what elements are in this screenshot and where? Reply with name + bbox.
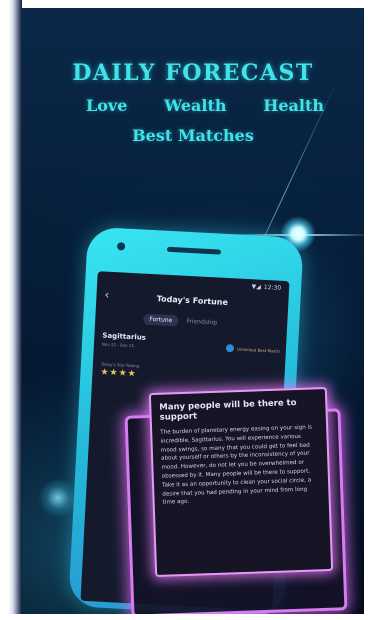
- card-body: The burden of planetary energy easing on…: [160, 424, 313, 507]
- category-health: Health: [263, 96, 324, 115]
- zodiac-sign-name: Sagittarius: [102, 331, 147, 342]
- right-border: [364, 0, 368, 620]
- left-neighbor-strip: [0, 0, 22, 620]
- camera-icon: [116, 242, 126, 251]
- banner-headline: DAILY FORECAST: [72, 60, 314, 86]
- card-title: Many people will be there to support: [159, 398, 297, 423]
- fortune-tabs: Fortune Friendship: [143, 313, 217, 329]
- category-wealth: Wealth: [164, 96, 227, 115]
- horoscope-card: Many people will be there to support The…: [148, 386, 334, 578]
- tab-fortune[interactable]: Fortune: [143, 313, 179, 327]
- star-rating: ★★★★: [100, 367, 137, 380]
- status-time: 12:30: [263, 283, 282, 292]
- zodiac-sign-dates: Nov 22 - Dec 21: [101, 341, 135, 349]
- best-match-badge[interactable]: Unlimited Best Match: [225, 344, 280, 355]
- signal-icon: ▼◢: [251, 283, 262, 291]
- screen-title: Today's Fortune: [156, 294, 229, 308]
- badge-label: Unlimited Best Match: [236, 346, 280, 354]
- badge-icon: [225, 344, 235, 353]
- banner-subtitle: Best Matches: [132, 126, 254, 145]
- bottom-border: [0, 614, 368, 620]
- tab-friendship[interactable]: Friendship: [186, 318, 217, 327]
- speaker-grille: [166, 246, 222, 255]
- glow-orb: [38, 478, 78, 518]
- category-row: Love Wealth Health: [22, 96, 364, 115]
- status-bar: ▼◢ 12:30: [251, 283, 281, 292]
- category-love: Love: [86, 96, 128, 115]
